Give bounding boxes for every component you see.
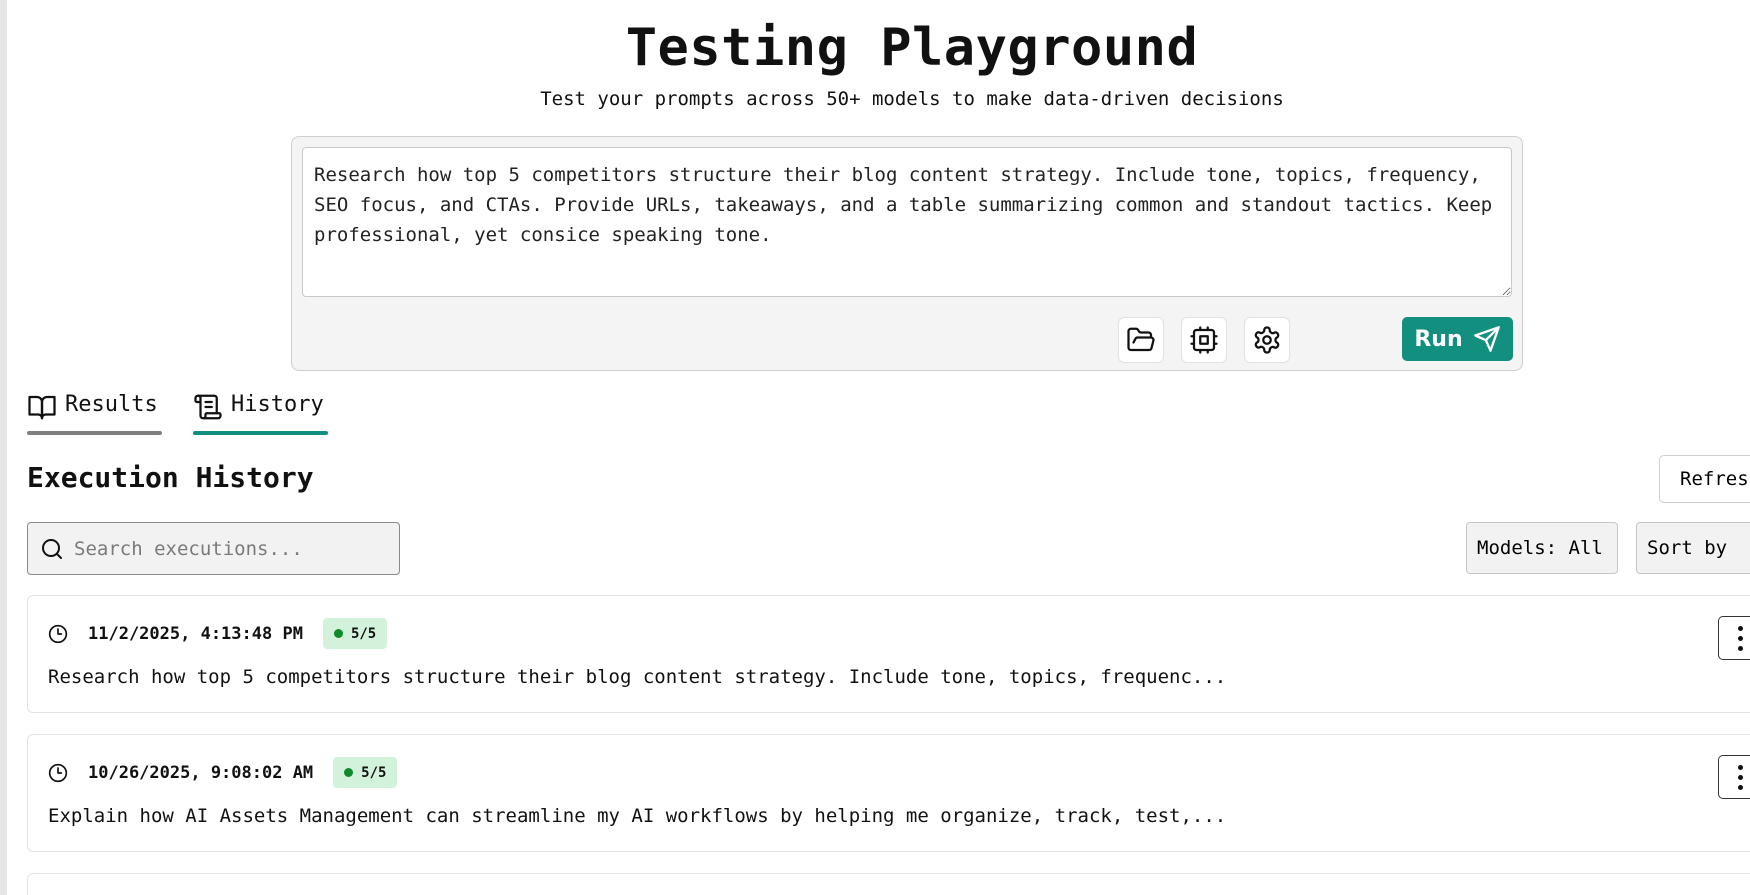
- model-select-button[interactable]: [1181, 317, 1227, 363]
- row-menu-button[interactable]: [1718, 755, 1750, 799]
- kebab-dot: [1737, 625, 1743, 631]
- execution-history-title: Execution History: [27, 461, 314, 494]
- tab-results-label: Results: [65, 392, 158, 417]
- kebab-dot: [1737, 635, 1743, 641]
- row-menu-button[interactable]: [1718, 616, 1750, 660]
- tab-results[interactable]: Results: [27, 392, 162, 435]
- execution-meta: 10/26/2025, 9:08:02 AM 5/5: [48, 757, 398, 788]
- testing-playground-page: Testing Playground Test your prompts acr…: [7, 0, 1750, 895]
- execution-row[interactable]: 11/2/2025, 4:13:48 PM 5/5 Research how t…: [27, 595, 1750, 713]
- execution-prompt-preview: Research how top 5 competitors structure…: [48, 666, 1227, 688]
- execution-meta: 11/2/2025, 4:13:48 PM 5/5: [48, 618, 388, 649]
- send-icon: [1473, 326, 1500, 352]
- tab-history-underline: [193, 431, 328, 435]
- models-filter-button[interactable]: Models: All: [1466, 522, 1618, 574]
- page-subtitle: Test your prompts across 50+ models to m…: [540, 88, 1284, 110]
- status-badge-label: 5/5: [350, 625, 377, 642]
- sort-by-button[interactable]: Sort by: [1636, 522, 1750, 574]
- kebab-dot: [1737, 784, 1743, 790]
- run-button-label: Run: [1414, 326, 1463, 352]
- kebab-dot: [1737, 645, 1743, 651]
- search-icon: [42, 538, 62, 559]
- prompt-card: Research how top 5 competitors structure…: [291, 136, 1523, 371]
- status-dot: [333, 629, 343, 638]
- cpu-icon: [1190, 326, 1218, 354]
- left-rail: [0, 0, 7, 895]
- execution-timestamp: 11/2/2025, 4:13:48 PM: [88, 623, 303, 644]
- kebab-dot: [1737, 774, 1743, 780]
- search-box: [27, 522, 400, 575]
- execution-prompt-preview: Explain how AI Assets Management can str…: [48, 805, 1227, 827]
- tab-results-underline: [27, 431, 162, 435]
- open-folder-button[interactable]: [1118, 317, 1164, 363]
- search-executions-input[interactable]: [74, 537, 374, 560]
- clock-icon: [48, 624, 68, 643]
- folder-open-icon: [1127, 327, 1155, 352]
- status-badge: 5/5: [333, 757, 398, 788]
- status-badge-label: 5/5: [361, 764, 387, 781]
- status-badge: 5/5: [322, 618, 388, 649]
- execution-row[interactable]: [27, 873, 1750, 895]
- book-open-icon: [28, 395, 56, 420]
- tab-history-label: History: [231, 392, 324, 417]
- clock-icon: [48, 763, 68, 782]
- tab-history[interactable]: History: [193, 392, 328, 435]
- refresh-button[interactable]: Refres: [1659, 455, 1750, 503]
- settings-button[interactable]: [1244, 317, 1290, 363]
- gear-icon: [1254, 326, 1280, 354]
- status-dot: [344, 768, 354, 777]
- execution-row[interactable]: 10/26/2025, 9:08:02 AM 5/5 Explain how A…: [27, 734, 1750, 852]
- run-button[interactable]: Run: [1402, 317, 1513, 361]
- kebab-dot: [1737, 764, 1743, 770]
- execution-timestamp: 10/26/2025, 9:08:02 AM: [88, 762, 314, 783]
- prompt-input[interactable]: Research how top 5 competitors structure…: [302, 147, 1512, 297]
- scroll-icon: [194, 394, 222, 420]
- page-title: Testing Playground: [625, 18, 1199, 78]
